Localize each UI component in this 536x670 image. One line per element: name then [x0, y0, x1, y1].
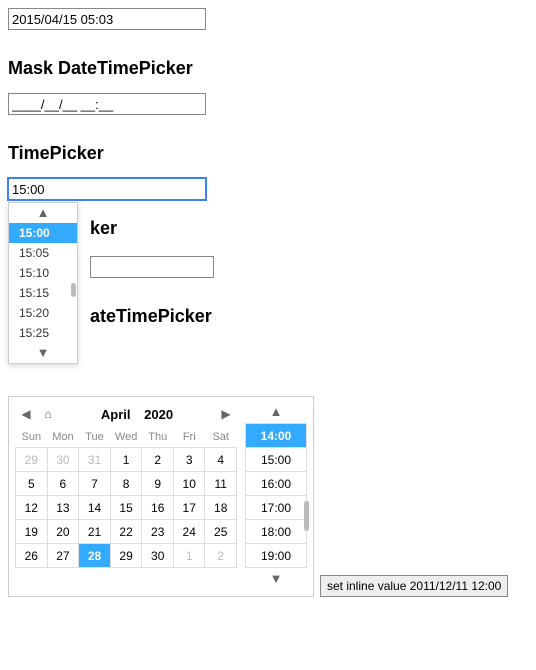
- calendar-day[interactable]: 21: [79, 520, 111, 544]
- calendar-day[interactable]: 1: [174, 544, 205, 568]
- calendar-day[interactable]: 29: [16, 448, 48, 472]
- time-option[interactable]: 15:15: [9, 283, 77, 303]
- chevron-up-icon: ▲: [37, 205, 50, 220]
- chevron-up-icon: ▲: [270, 404, 283, 419]
- time-option[interactable]: 14:00: [246, 424, 307, 448]
- time-option[interactable]: 15:00: [9, 223, 77, 243]
- calendar-prev-button[interactable]: ◀: [15, 407, 37, 421]
- calendar-day[interactable]: 13: [47, 496, 79, 520]
- calendar-day[interactable]: 18: [205, 496, 237, 520]
- calendar-day[interactable]: 2: [205, 544, 237, 568]
- datepicker-input-obscured[interactable]: [90, 256, 214, 278]
- timecol-scroll-down[interactable]: ▼: [245, 568, 307, 590]
- calendar-day[interactable]: 23: [142, 520, 174, 544]
- home-icon: ⌂: [44, 407, 51, 421]
- inline-datetimepicker: ◀ ⌂ April 2020 ▶ SunMonTueWedThuFriSat 2…: [8, 396, 314, 597]
- scrollbar-thumb[interactable]: [304, 501, 309, 531]
- calendar-day[interactable]: 15: [110, 496, 142, 520]
- set-inline-value-button[interactable]: set inline value 2011/12/11 12:00: [320, 575, 508, 597]
- calendar-today-button[interactable]: ⌂: [37, 407, 59, 421]
- calendar-day[interactable]: 29: [110, 544, 142, 568]
- calendar-day[interactable]: 24: [174, 520, 205, 544]
- obscured-heading-2: ateTimePicker: [90, 306, 212, 327]
- calendar-day[interactable]: 6: [47, 472, 79, 496]
- calendar-day[interactable]: 28: [79, 544, 111, 568]
- calendar-dow: Thu: [142, 427, 174, 448]
- chevron-down-icon: ▼: [270, 571, 283, 586]
- mask-heading: Mask DateTimePicker: [8, 58, 528, 79]
- calendar-day[interactable]: 9: [142, 472, 174, 496]
- calendar-day[interactable]: 3: [174, 448, 205, 472]
- calendar-day[interactable]: 2: [142, 448, 174, 472]
- timepicker-popup: ▲ 15:0015:0515:1015:1515:2015:25 ▼: [8, 202, 78, 364]
- calendar-day[interactable]: 5: [16, 472, 48, 496]
- chevron-down-icon: ▼: [37, 345, 50, 360]
- datetime-input-top[interactable]: [8, 8, 206, 30]
- calendar-day[interactable]: 17: [174, 496, 205, 520]
- calendar-dow: Fri: [174, 427, 205, 448]
- calendar-day[interactable]: 11: [205, 472, 237, 496]
- calendar-day[interactable]: 25: [205, 520, 237, 544]
- time-option[interactable]: 18:00: [246, 520, 307, 544]
- calendar-month: April: [101, 407, 131, 422]
- chevron-left-icon: ◀: [21, 407, 30, 421]
- timepicker-scroll-up[interactable]: ▲: [9, 203, 77, 223]
- time-option[interactable]: 15:25: [9, 323, 77, 343]
- calendar-day[interactable]: 27: [47, 544, 79, 568]
- calendar-grid: SunMonTueWedThuFriSat 293031123456789101…: [15, 427, 237, 568]
- timecol-scroll-up[interactable]: ▲: [245, 401, 307, 423]
- calendar-day[interactable]: 20: [47, 520, 79, 544]
- calendar-next-button[interactable]: ▶: [215, 407, 237, 421]
- timepicker-scroll-down[interactable]: ▼: [9, 343, 77, 363]
- mask-datetime-input[interactable]: [8, 93, 206, 115]
- time-option[interactable]: 15:00: [246, 448, 307, 472]
- calendar-dow: Mon: [47, 427, 79, 448]
- timepicker-column: ▲ 14:0015:0016:0017:0018:0019:00 ▼: [245, 401, 307, 590]
- calendar-day[interactable]: 19: [16, 520, 48, 544]
- calendar-dow: Sun: [16, 427, 48, 448]
- calendar-day[interactable]: 1: [110, 448, 142, 472]
- time-option[interactable]: 16:00: [246, 472, 307, 496]
- calendar-day[interactable]: 30: [47, 448, 79, 472]
- calendar-day[interactable]: 16: [142, 496, 174, 520]
- time-option[interactable]: 17:00: [246, 496, 307, 520]
- time-option[interactable]: 15:20: [9, 303, 77, 323]
- scrollbar-thumb[interactable]: [71, 283, 76, 297]
- calendar-day[interactable]: 8: [110, 472, 142, 496]
- calendar-title[interactable]: April 2020: [59, 407, 215, 422]
- timepicker-list: 15:0015:0515:1015:1515:2015:25: [9, 223, 77, 343]
- calendar-dow: Wed: [110, 427, 142, 448]
- calendar-day[interactable]: 7: [79, 472, 111, 496]
- calendar-day[interactable]: 30: [142, 544, 174, 568]
- timepicker-input[interactable]: [8, 178, 206, 200]
- chevron-right-icon: ▶: [221, 407, 230, 421]
- time-option[interactable]: 15:10: [9, 263, 77, 283]
- calendar-day[interactable]: 31: [79, 448, 111, 472]
- calendar-day[interactable]: 14: [79, 496, 111, 520]
- calendar: ◀ ⌂ April 2020 ▶ SunMonTueWedThuFriSat 2…: [15, 401, 237, 590]
- calendar-day[interactable]: 26: [16, 544, 48, 568]
- time-option[interactable]: 15:05: [9, 243, 77, 263]
- obscured-heading-1: ker: [90, 218, 117, 239]
- calendar-year: 2020: [144, 407, 173, 422]
- calendar-dow: Sat: [205, 427, 237, 448]
- calendar-day[interactable]: 12: [16, 496, 48, 520]
- time-option[interactable]: 19:00: [246, 544, 307, 568]
- calendar-day[interactable]: 4: [205, 448, 237, 472]
- calendar-day[interactable]: 22: [110, 520, 142, 544]
- calendar-dow: Tue: [79, 427, 111, 448]
- calendar-day[interactable]: 10: [174, 472, 205, 496]
- timepicker-heading: TimePicker: [8, 143, 528, 164]
